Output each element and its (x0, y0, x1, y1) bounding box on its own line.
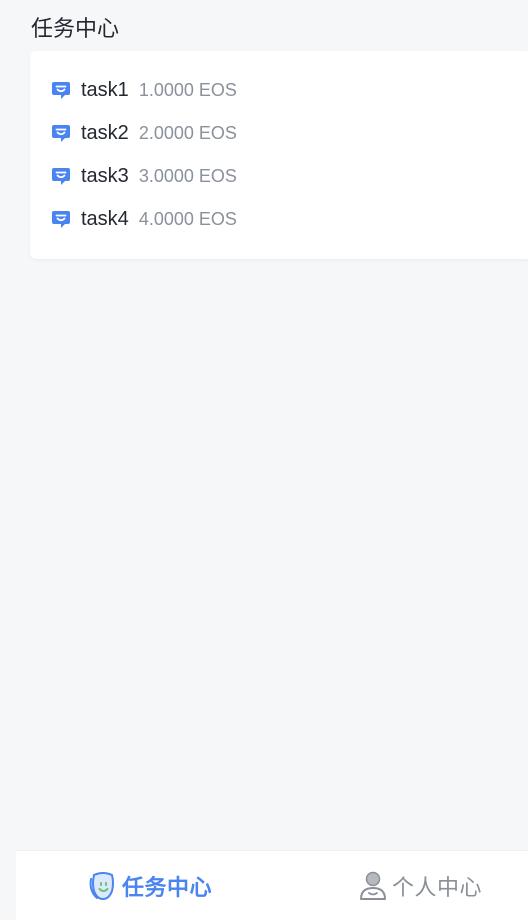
chat-bubble-icon (52, 82, 70, 99)
task-list-card: task1 1.0000 EOS task2 2.0000 EOS task3 … (30, 51, 528, 259)
task-name: task4 (81, 207, 129, 230)
task-name: task3 (81, 164, 129, 187)
user-icon (360, 871, 386, 900)
task-item-3[interactable]: task3 3.0000 EOS (51, 162, 237, 190)
tab-task-center[interactable]: 任务中心 (88, 868, 212, 904)
tab-personal-center[interactable]: 个人中心 (358, 868, 482, 904)
chat-bubble-icon (52, 168, 70, 185)
task-center-icon (89, 872, 114, 901)
tab-label: 任务中心 (122, 876, 213, 901)
page-title: 任务中心 (31, 17, 120, 42)
task-item-2[interactable]: task2 2.0000 EOS (51, 119, 237, 147)
bottom-tab-bar: 任务中心 个人中心 (16, 850, 528, 920)
task-reward: 4.0000 EOS (138, 208, 237, 229)
task-item-1[interactable]: task1 1.0000 EOS (51, 76, 237, 104)
chat-bubble-icon (52, 125, 70, 142)
chat-bubble-icon (52, 211, 70, 228)
task-item-4[interactable]: task4 4.0000 EOS (51, 205, 237, 233)
tab-label: 个人中心 (392, 876, 483, 901)
task-name: task2 (81, 121, 129, 144)
task-reward: 3.0000 EOS (138, 165, 237, 186)
task-reward: 1.0000 EOS (138, 79, 237, 100)
task-reward: 2.0000 EOS (138, 122, 237, 143)
task-name: task1 (81, 78, 129, 101)
